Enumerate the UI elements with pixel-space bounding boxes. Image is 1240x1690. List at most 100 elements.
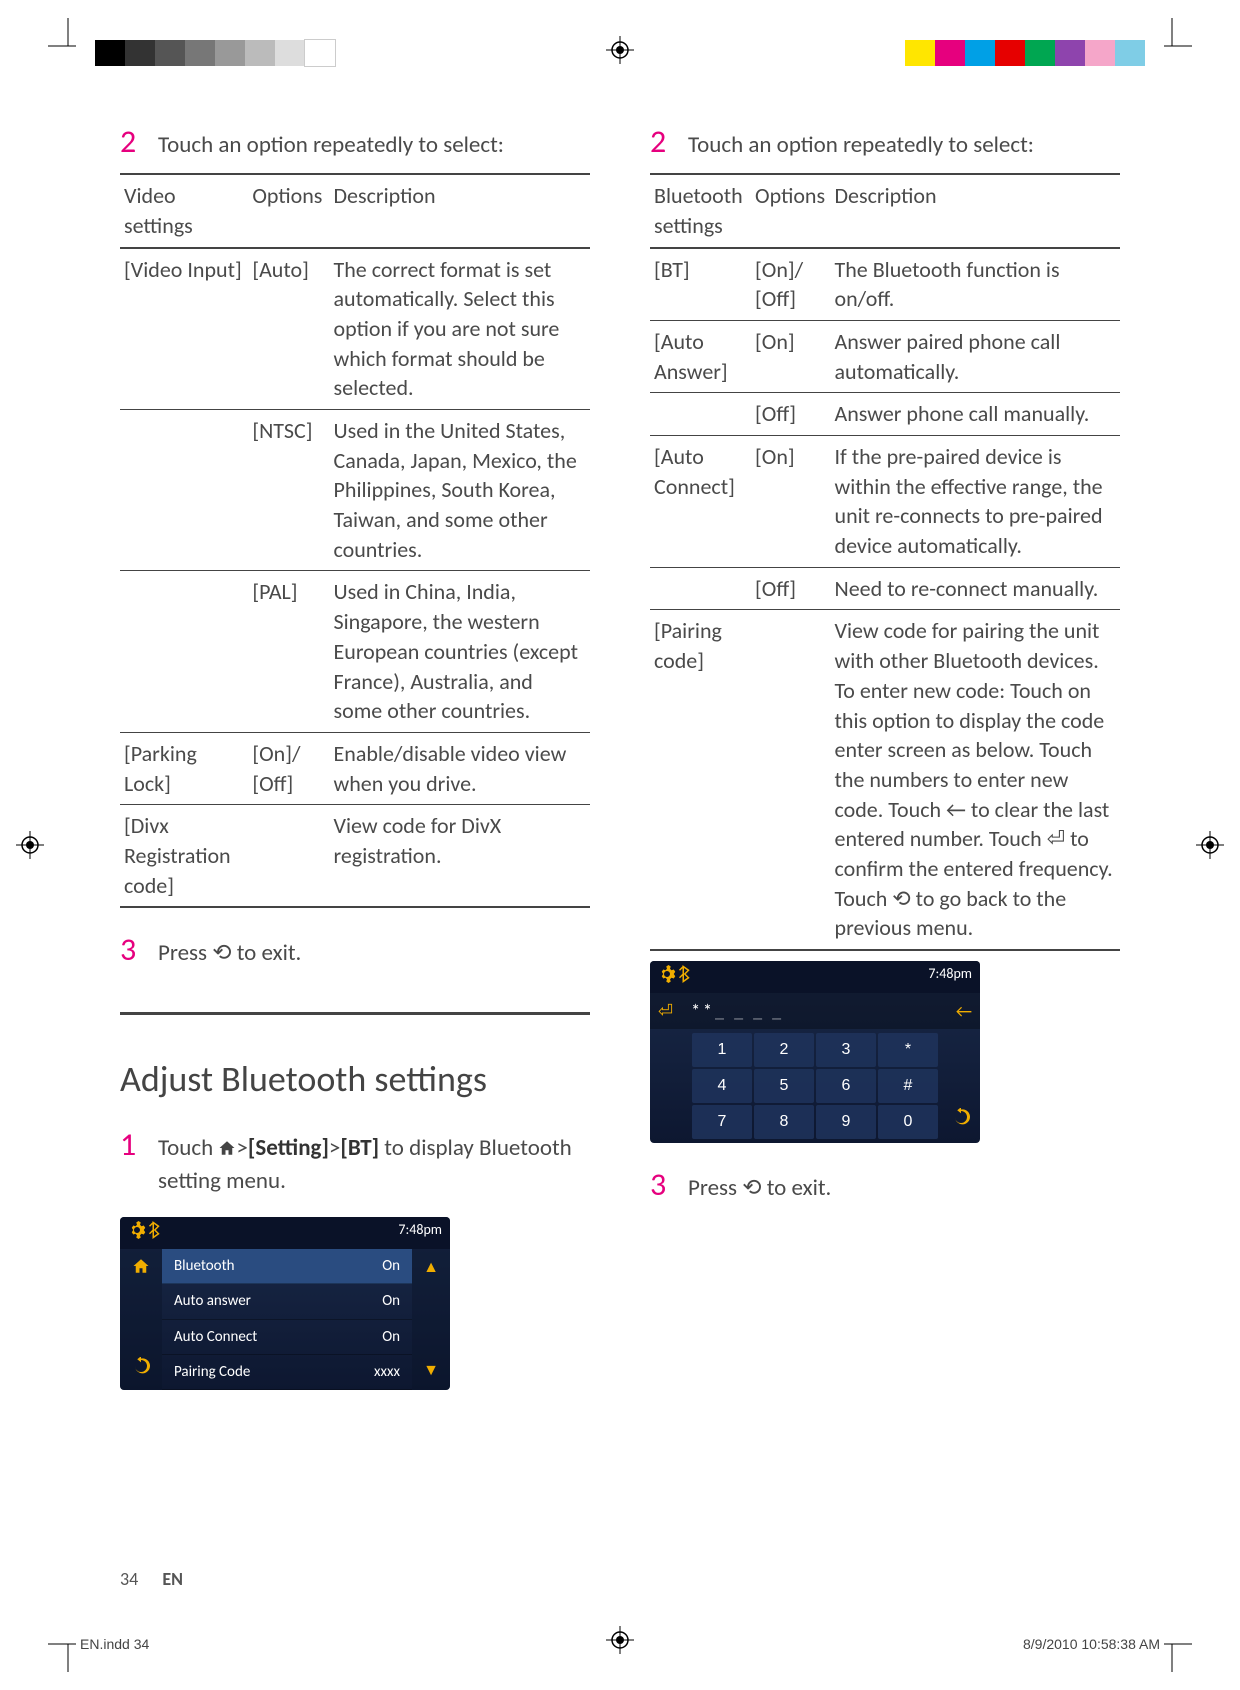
cell-desc: Need to re-connect manually.	[831, 567, 1120, 610]
gear-bt-icon	[128, 1221, 163, 1245]
step-number: 2	[650, 120, 688, 163]
keypad-key-9[interactable]: 9	[816, 1105, 876, 1139]
down-arrow-icon[interactable]: ▼	[423, 1360, 439, 1382]
cell-desc: View code for DivX registration.	[330, 805, 590, 908]
cell-setting: [Parking Lock]	[120, 732, 248, 804]
col-desc: Description	[330, 174, 590, 247]
page-lang: EN	[162, 1568, 183, 1590]
table-row: [Auto Answer][On]Answer paired phone cal…	[650, 320, 1120, 392]
screenshot-left-side	[120, 1249, 162, 1390]
step-2: 2 Touch an option repeatedly to select:	[650, 120, 1120, 163]
cell-setting: [Pairing code]	[650, 610, 751, 950]
col-options: Options	[248, 174, 329, 247]
step-text: Press ⟲ to exit.	[688, 1173, 1120, 1204]
crop-corner-icon	[48, 18, 88, 58]
settings-row[interactable]: Auto ConnectOn	[162, 1320, 412, 1355]
screenshot-right-side: ▲ ▼	[412, 1249, 450, 1390]
row-value: xxxx	[374, 1362, 400, 1382]
print-timestamp: 8/9/2010 10:58:38 AM	[1023, 1636, 1160, 1652]
keypad-key-4[interactable]: 4	[692, 1069, 752, 1103]
clock-value: 7:48pm	[398, 1221, 442, 1245]
cell-setting: [Auto Connect]	[650, 436, 751, 568]
row-label: Auto answer	[174, 1291, 251, 1311]
step-number: 3	[120, 928, 158, 971]
cell-desc: Enable/disable video view when you drive…	[330, 732, 590, 804]
keypad-key-*[interactable]: *	[878, 1033, 938, 1067]
back-icon[interactable]	[132, 1357, 150, 1382]
cell-option	[248, 805, 329, 908]
cell-setting	[650, 393, 751, 436]
cell-desc: Used in the United States, Canada, Japan…	[330, 410, 590, 571]
back-icon[interactable]	[952, 1104, 970, 1135]
cell-option: [PAL]	[248, 571, 329, 732]
settings-row[interactable]: BluetoothOn	[162, 1249, 412, 1284]
cell-setting	[120, 410, 248, 571]
cell-desc: Answer paired phone call automatically.	[831, 320, 1120, 392]
step-1: 1 Touch >[Setting]>[BT] to display Bluet…	[120, 1123, 590, 1197]
keypad-key-3[interactable]: 3	[816, 1033, 876, 1067]
gear-bt-icon	[658, 965, 693, 989]
cell-setting: [BT]	[650, 248, 751, 321]
registration-target-icon	[1196, 831, 1224, 859]
keypad-key-0[interactable]: 0	[878, 1105, 938, 1139]
grayscale-swatches	[95, 40, 335, 66]
cell-option	[751, 610, 830, 950]
step-3: 3 Press ⟲ to exit.	[650, 1163, 1120, 1206]
row-value: On	[382, 1256, 400, 1276]
cell-option: [On]	[751, 320, 830, 392]
table-row: [Divx Registration code] View code for Di…	[120, 805, 590, 908]
step-text: Touch an option repeatedly to select:	[688, 130, 1120, 161]
print-footer: EN.indd 34 8/9/2010 10:58:38 AM	[80, 1636, 1160, 1652]
home-icon[interactable]	[132, 1257, 150, 1282]
code-display: **_ _ _ _	[683, 999, 946, 1023]
col-setting: Video settings	[120, 174, 248, 247]
bluetooth-settings-screenshot: 7:48pm BluetoothOnAuto answerOnAuto Conn…	[120, 1217, 450, 1390]
crop-corner-icon	[1152, 18, 1192, 58]
step-text: Touch >[Setting]>[BT] to display Bluetoo…	[158, 1133, 590, 1197]
cell-setting	[120, 571, 248, 732]
step-text: Touch an option repeatedly to select:	[158, 130, 590, 161]
step-text: Press ⟲ to exit.	[158, 938, 590, 969]
cell-setting: [Video Input]	[120, 248, 248, 410]
up-arrow-icon[interactable]: ▲	[423, 1257, 439, 1279]
settings-row[interactable]: Pairing Code xxxx	[162, 1355, 412, 1390]
step-number: 3	[650, 1163, 688, 1206]
keypad-key-7[interactable]: 7	[692, 1105, 752, 1139]
page-content: 2 Touch an option repeatedly to select: …	[120, 100, 1120, 1400]
home-icon	[218, 1135, 236, 1166]
table-row: [Off]Need to re-connect manually.	[650, 567, 1120, 610]
source-file: EN.indd 34	[80, 1636, 149, 1652]
table-row: [BT][On]/ [Off]The Bluetooth function is…	[650, 248, 1120, 321]
row-label: Auto Connect	[174, 1327, 257, 1347]
cell-setting: [Divx Registration code]	[120, 805, 248, 908]
keypad-key-8[interactable]: 8	[754, 1105, 814, 1139]
cell-setting: [Auto Answer]	[650, 320, 751, 392]
cell-desc: Answer phone call manually.	[831, 393, 1120, 436]
cell-option: [On]/ [Off]	[248, 732, 329, 804]
settings-row[interactable]: Auto answerOn	[162, 1284, 412, 1319]
table-row: [Auto Connect][On]If the pre-paired devi…	[650, 436, 1120, 568]
left-column: 2 Touch an option repeatedly to select: …	[120, 100, 590, 1400]
table-row: [PAL]Used in China, India, Singapore, th…	[120, 571, 590, 732]
cell-desc: The Bluetooth function is on/off.	[831, 248, 1120, 321]
keypad-key-2[interactable]: 2	[754, 1033, 814, 1067]
section-heading: Adjust Bluetooth settings	[120, 1012, 590, 1104]
col-desc: Description	[831, 174, 1120, 247]
table-row: [Pairing code] View code for pairing the …	[650, 610, 1120, 950]
cell-option: [On]/ [Off]	[751, 248, 830, 321]
col-setting: Bluetooth settings	[650, 174, 751, 247]
page-footer: 34 EN	[120, 1568, 183, 1590]
col-options: Options	[751, 174, 830, 247]
cell-desc: The correct format is set automatically.…	[330, 248, 590, 410]
keypad-key-5[interactable]: 5	[754, 1069, 814, 1103]
row-label: Pairing Code	[174, 1362, 250, 1382]
keypad-key-1[interactable]: 1	[692, 1033, 752, 1067]
step-number: 1	[120, 1123, 158, 1166]
enter-icon[interactable]: ⏎	[658, 999, 673, 1023]
table-row: [Parking Lock][On]/ [Off]Enable/disable …	[120, 732, 590, 804]
backspace-icon[interactable]: ←	[956, 999, 972, 1023]
keypad-key-6[interactable]: 6	[816, 1069, 876, 1103]
page-number: 34	[120, 1568, 138, 1590]
cell-desc: View code for pairing the unit with othe…	[831, 610, 1120, 950]
keypad-key-#[interactable]: #	[878, 1069, 938, 1103]
